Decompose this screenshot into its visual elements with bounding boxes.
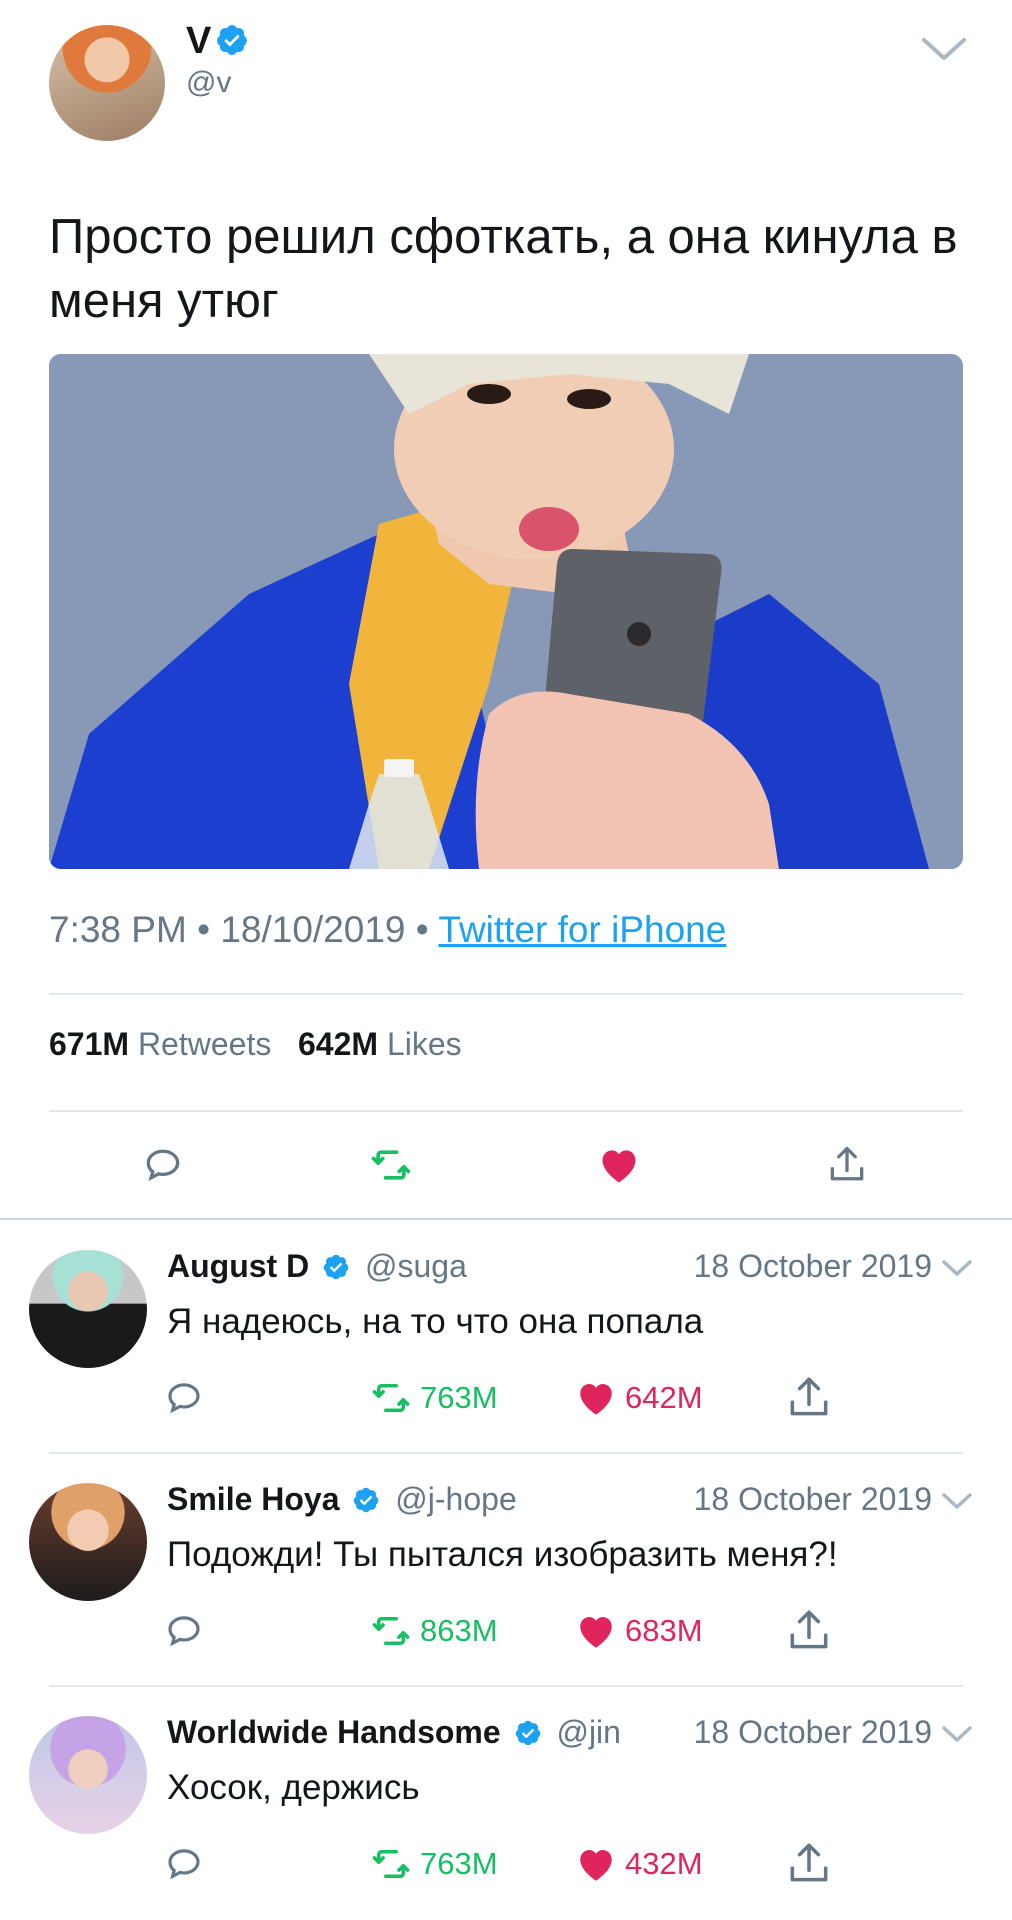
avatar[interactable] xyxy=(29,1250,147,1368)
reply-author-name[interactable]: Worldwide Handsome xyxy=(167,1714,501,1750)
reply-button[interactable] xyxy=(141,1143,185,1187)
like-icon-filled xyxy=(602,1150,636,1183)
reply-author-name[interactable]: Smile Hoya xyxy=(167,1481,340,1517)
divider xyxy=(49,993,963,995)
retweet-button[interactable]: 763M xyxy=(370,1373,498,1423)
verified-badge-icon xyxy=(354,1487,379,1513)
like-button[interactable]: 432M xyxy=(575,1839,703,1889)
avatar[interactable] xyxy=(29,1483,147,1601)
verified-badge-icon xyxy=(323,1254,349,1280)
likes-count[interactable]: 642M xyxy=(298,1026,378,1062)
tweet-time: 7:38 PM xyxy=(49,909,187,950)
reply-date: 18 October 2019 xyxy=(693,1481,932,1517)
retweet-icon xyxy=(371,1150,411,1180)
reply-author[interactable]: Smile Hoya @j-hope xyxy=(167,1481,517,1518)
reply-icon xyxy=(168,1849,200,1880)
like-icon-filled xyxy=(580,1384,612,1415)
reply-author-handle[interactable]: @suga xyxy=(365,1248,467,1284)
reply-tweet[interactable]: Worldwide Handsome @jin 18 October 2019 … xyxy=(0,1686,1012,1918)
tweet-meta: 7:38 PM • 18/10/2019 • Twitter for iPhon… xyxy=(49,909,726,951)
reply-date: 18 October 2019 xyxy=(693,1714,932,1750)
share-button[interactable] xyxy=(784,1373,842,1423)
photo-illustration xyxy=(49,354,963,869)
share-button[interactable] xyxy=(784,1839,842,1889)
like-count: 642M xyxy=(625,1380,703,1415)
reply-author[interactable]: August D @suga xyxy=(167,1248,467,1285)
verified-badge-icon xyxy=(217,25,248,55)
tweet-date: 18/10/2019 xyxy=(220,909,406,950)
reply-author-handle[interactable]: @jin xyxy=(556,1714,621,1750)
chevron-down-icon[interactable] xyxy=(940,1722,974,1746)
chevron-down-icon[interactable] xyxy=(940,1489,974,1513)
author-avatar[interactable] xyxy=(49,25,165,141)
tweet-stats: 671M Retweets 642M Likes xyxy=(49,1026,462,1063)
retweet-button[interactable] xyxy=(369,1143,413,1187)
like-button[interactable]: 642M xyxy=(575,1373,703,1423)
likes-label[interactable]: Likes xyxy=(387,1026,462,1062)
retweet-icon xyxy=(372,1384,410,1412)
chevron-down-icon[interactable] xyxy=(918,30,970,66)
retweet-count: 763M xyxy=(420,1380,498,1415)
share-icon xyxy=(790,1843,828,1882)
retweet-button[interactable]: 763M xyxy=(370,1839,498,1889)
meta-separator: • xyxy=(197,909,211,950)
retweet-button[interactable]: 863M xyxy=(370,1606,498,1656)
retweet-count: 863M xyxy=(420,1613,498,1648)
like-icon-filled xyxy=(580,1617,612,1648)
tweet-photo[interactable] xyxy=(49,354,963,869)
retweet-icon xyxy=(372,1617,410,1645)
main-tweet: V @v Просто решил сфоткать, а она кинула… xyxy=(0,0,1012,1220)
retweets-label[interactable]: Retweets xyxy=(138,1026,271,1062)
like-icon-filled xyxy=(580,1850,612,1881)
author-handle[interactable]: @v xyxy=(186,66,231,100)
meta-separator: • xyxy=(415,909,429,950)
reply-text: Хосок, держись xyxy=(167,1768,420,1807)
reply-icon xyxy=(168,1383,200,1414)
reply-text: Я надеюсь, на то что она попала xyxy=(167,1302,704,1341)
like-count: 683M xyxy=(625,1613,703,1648)
verified-badge-icon xyxy=(515,1720,540,1746)
share-icon xyxy=(790,1610,828,1649)
author-name-text[interactable]: V xyxy=(186,20,211,62)
tweet-text: Просто решил сфоткать, а она кинула в ме… xyxy=(49,210,958,328)
share-button[interactable] xyxy=(825,1143,869,1187)
reply-button[interactable] xyxy=(163,1839,213,1889)
reply-tweet[interactable]: August D @suga 18 October 2019 Я надеюсь… xyxy=(0,1220,1012,1452)
tweet-source-link[interactable]: Twitter for iPhone xyxy=(438,909,726,950)
reply-date: 18 October 2019 xyxy=(693,1248,932,1284)
reply-author-handle[interactable]: @j-hope xyxy=(395,1481,516,1517)
avatar[interactable] xyxy=(29,1716,147,1834)
share-button[interactable] xyxy=(784,1606,842,1656)
reply-author-name[interactable]: August D xyxy=(167,1248,309,1284)
author-name[interactable]: V xyxy=(186,20,249,63)
reply-text: Подожди! Ты пытался изобразить меня?! xyxy=(167,1535,838,1574)
reply-tweet[interactable]: Smile Hoya @j-hope 18 October 2019 Подож… xyxy=(0,1453,1012,1685)
divider xyxy=(49,1110,963,1112)
share-icon xyxy=(790,1377,828,1416)
like-button[interactable] xyxy=(597,1143,641,1187)
retweet-icon xyxy=(372,1850,410,1878)
reply-button[interactable] xyxy=(163,1606,213,1656)
reply-button[interactable] xyxy=(163,1373,213,1423)
like-button[interactable]: 683M xyxy=(575,1606,703,1656)
retweets-count[interactable]: 671M xyxy=(49,1026,129,1062)
reply-icon xyxy=(146,1149,180,1182)
share-icon xyxy=(830,1146,864,1181)
reply-author[interactable]: Worldwide Handsome @jin xyxy=(167,1714,621,1751)
chevron-down-icon[interactable] xyxy=(940,1256,974,1280)
retweet-count: 763M xyxy=(420,1846,498,1881)
like-count: 432M xyxy=(625,1846,703,1881)
reply-icon xyxy=(168,1616,200,1647)
